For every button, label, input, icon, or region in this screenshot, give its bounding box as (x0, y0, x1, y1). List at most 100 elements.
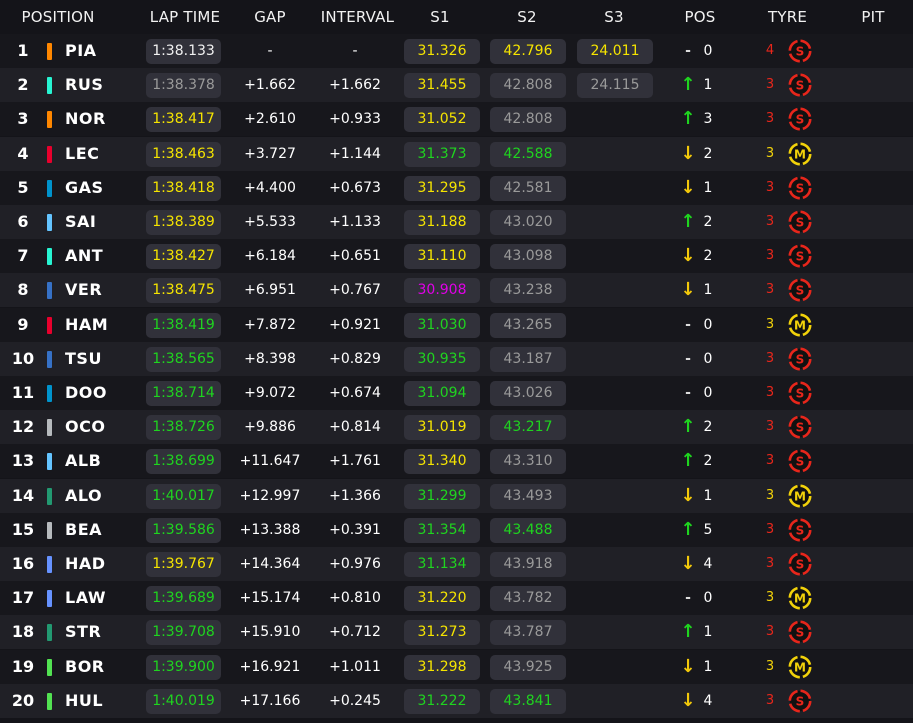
table-row[interactable]: 15 BEA 1:39.586 +13.388 +0.391 31.354 43.488 ↑ 5… (0, 512, 913, 547)
tyre-compound-letter: M (794, 318, 806, 332)
sector-2-time: 43.787 (490, 620, 566, 646)
tyre-compound-letter: M (794, 660, 806, 674)
sector-2-time: 43.841 (490, 688, 566, 714)
interval-value: +0.674 (329, 385, 381, 401)
team-color-bar (47, 248, 52, 266)
header-position[interactable]: POSITION (8, 0, 108, 34)
lap-time: 1:38.427 (146, 244, 221, 270)
arrow-up-icon: ↑ (680, 74, 696, 96)
position-change: 0 (703, 350, 713, 367)
driver-code: ALO (65, 485, 103, 505)
arrow-down-icon: ↓ (680, 689, 696, 711)
table-row[interactable]: 8 VER 1:38.475 +6.951 +0.767 30.908 43.238 ↓ 1 3 S (0, 273, 913, 308)
team-color-bar (47, 658, 52, 676)
header-lap-time[interactable]: LAP TIME (140, 0, 230, 34)
position-number: 15 (11, 519, 35, 539)
gap-value: +15.174 (239, 590, 301, 607)
table-row[interactable]: 9 HAM 1:38.419 +7.872 +0.921 31.030 43.265 -0 3 M (0, 307, 913, 342)
sector-1-time: 31.354 (404, 517, 480, 543)
interval-value: +1.011 (329, 658, 381, 675)
table-row[interactable]: 1 PIA 1:38.133- -31.326 42.796 24.011-0 4 S (0, 34, 913, 68)
header-s2[interactable]: S2 (502, 0, 552, 34)
sector-1-time: 31.273 (404, 620, 480, 646)
header-tyre[interactable]: TYRE (760, 0, 815, 34)
position-number: 11 (11, 383, 35, 402)
no-change-icon: - (685, 43, 691, 59)
soft-tyre-icon: S (788, 176, 812, 200)
position-change: 1 (703, 658, 713, 675)
interval-value: +0.245 (329, 692, 381, 709)
table-row[interactable]: 17 LAW 1:39.689 +15.174 +0.810 31.220 43.782 -0… (0, 581, 913, 616)
driver-code: BOR (65, 656, 105, 676)
header-pit[interactable]: PIT (848, 0, 898, 34)
position-number: 2 (17, 75, 29, 95)
header-s1[interactable]: S1 (415, 0, 465, 34)
position-number: 7 (17, 246, 29, 266)
position-change: 1 (703, 77, 713, 94)
driver-code: RUS (65, 75, 104, 95)
position-number: 6 (17, 212, 29, 231)
position-change: 1 (703, 179, 713, 196)
position-change: 0 (703, 43, 713, 59)
table-row[interactable]: 13 ALB 1:38.699 +11.647 +1.761 31.340 43.310 ↑ 2… (0, 444, 913, 479)
table-row[interactable]: 19 BOR 1:39.900 +16.921 +1.011 31.298 43.925 ↓ 1… (0, 649, 913, 684)
arrow-up-icon: ↑ (680, 416, 696, 438)
team-color-bar (47, 556, 52, 573)
lap-time: 1:38.714 (146, 381, 221, 406)
gap-value: +2.610 (244, 111, 296, 128)
tyre-laps: 3 (765, 316, 775, 332)
lap-time: 1:39.708 (146, 620, 221, 646)
lap-time: 1:38.133 (146, 39, 221, 64)
sector-1-time: 30.908 (404, 278, 480, 304)
position-change: 0 (703, 316, 713, 333)
soft-tyre-icon: S (788, 449, 812, 473)
lap-time: 1:39.767 (146, 552, 221, 577)
header-row: POSITION LAP TIME GAP INTERVAL S1 S2 S3 … (0, 0, 913, 34)
lap-time: 1:38.378 (146, 73, 221, 99)
driver-code: VER (65, 280, 103, 300)
table-row[interactable]: 14 ALO 1:40.017 +12.997 +1.366 31.299 43.493 ↓ 1… (0, 478, 913, 513)
tyre-laps: 3 (765, 590, 775, 606)
header-s3[interactable]: S3 (589, 0, 639, 34)
position-number: 13 (11, 451, 35, 471)
table-row[interactable]: 7 ANT 1:38.427 +6.184 +0.651 31.110 43.098 ↓ 2 3 S (0, 239, 913, 274)
gap-value: +13.388 (239, 521, 301, 538)
header-pos[interactable]: POS (675, 0, 725, 34)
table-row[interactable]: 16 HAD 1:39.767 +14.364 +0.976 31.134 43.918 ↓ 4… (0, 547, 913, 581)
lap-time: 1:38.419 (146, 312, 221, 338)
interval-value: +0.814 (329, 419, 381, 436)
gap-value: +7.872 (244, 316, 296, 333)
gap-value: +5.533 (244, 214, 296, 230)
table-row[interactable]: 6 SAI 1:38.389 +5.533 +1.133 31.188 43.020 ↑ 2 3 S (0, 205, 913, 239)
tyre-laps: 3 (765, 145, 775, 161)
tyre-laps: 3 (765, 179, 775, 195)
medium-tyre-icon: M (788, 586, 812, 610)
table-row[interactable]: 18 STR 1:39.708 +15.910 +0.712 31.273 43.787 ↑ 1… (0, 615, 913, 650)
header-gap[interactable]: GAP (240, 0, 300, 34)
soft-tyre-icon: S (788, 689, 812, 713)
tyre-compound-letter: S (796, 181, 805, 195)
table-row[interactable]: 11 DOO 1:38.714 +9.072 +0.674 31.094 43.026 -0 3… (0, 376, 913, 410)
table-row[interactable]: 10 TSU 1:38.565 +8.398 +0.829 30.935 43.187 -0 3… (0, 341, 913, 376)
table-row[interactable]: 20 HUL 1:40.019 +17.166 +0.245 31.222 43.841 ↓ 4… (0, 683, 913, 718)
position-number: 19 (11, 656, 35, 676)
arrow-up-icon: ↑ (680, 211, 696, 232)
soft-tyre-icon: S (788, 620, 812, 644)
lap-time: 1:38.565 (146, 346, 221, 372)
table-row[interactable]: 4 LEC 1:38.463 +3.727 +1.144 31.373 42.588 ↓ 2 3 M (0, 136, 913, 171)
gap-value: +6.951 (244, 282, 296, 299)
sector-1-time: 31.019 (404, 415, 480, 441)
table-row[interactable]: 12 OCO 1:38.726 +9.886 +0.814 31.019 43.217 ↑ 2 3… (0, 410, 913, 445)
table-row[interactable]: 2 RUS 1:38.378 +1.662 +1.662 31.455 42.808 24.1… (0, 68, 913, 103)
driver-code: HAM (65, 314, 109, 334)
table-row[interactable]: 5 GAS 1:38.418 +4.400 +0.673 31.295 42.581 ↓ 1 3 S (0, 170, 913, 205)
interval-value: +1.133 (329, 214, 381, 230)
lap-time: 1:38.726 (146, 415, 221, 441)
sector-2-time: 43.925 (490, 654, 566, 680)
team-color-bar (47, 453, 52, 471)
tyre-compound-letter: S (796, 557, 805, 571)
header-interval[interactable]: INTERVAL (310, 0, 405, 34)
interval-value: +0.810 (329, 590, 381, 607)
tyre-compound-letter: S (796, 694, 805, 708)
table-row[interactable]: 3 NOR 1:38.417 +2.610 +0.933 31.052 42.808 ↑ 3 3 S (0, 102, 913, 137)
